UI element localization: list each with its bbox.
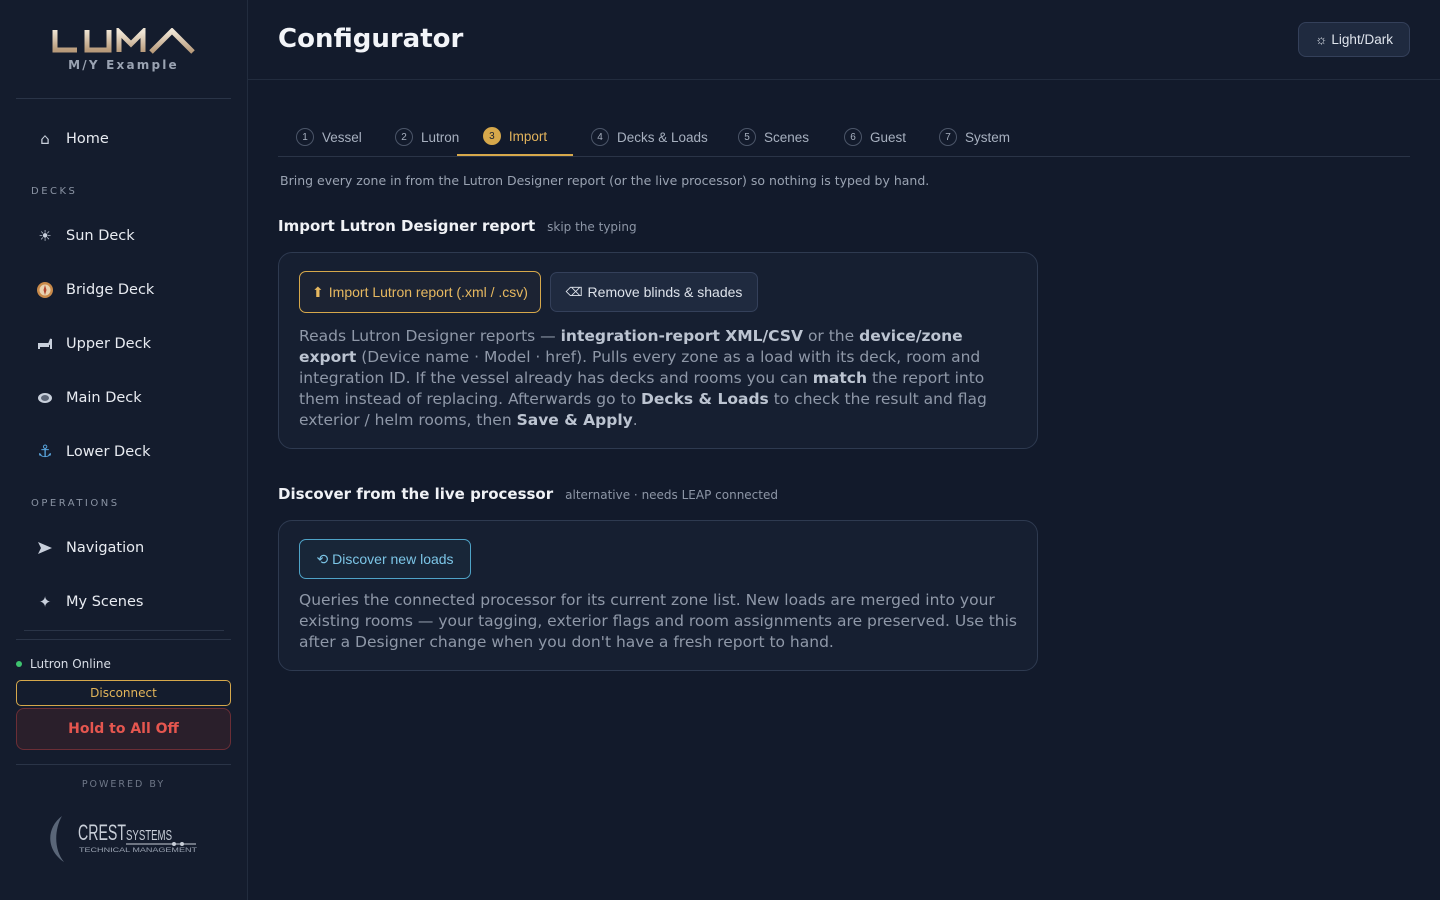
anchor-icon: ⚓ <box>37 442 53 462</box>
sidebar-item-label: Lower Deck <box>66 444 151 460</box>
sun-outline-icon: ☼ <box>1315 32 1328 47</box>
discover-description: Queries the connected processor for its … <box>299 591 1018 651</box>
sidebar: M/Y Example ⌂ Home DECKS ☀ Sun Deck Brid… <box>0 0 248 900</box>
sidebar-item-upper-deck[interactable]: Upper Deck <box>16 324 231 364</box>
tab-lutron[interactable]: 2 Lutron <box>395 118 459 156</box>
connection-status: Lutron Online <box>16 657 111 671</box>
chair-icon <box>32 337 58 351</box>
theme-toggle-label: Light/Dark <box>1331 32 1393 47</box>
sidebar-item-sun-deck[interactable]: ☀ Sun Deck <box>16 216 231 256</box>
desc-bold: Save & Apply <box>516 411 633 429</box>
tab-label: System <box>965 129 1011 145</box>
desc-bold: match <box>812 369 868 387</box>
tab-number: 2 <box>395 128 413 146</box>
tab-system[interactable]: 7 System <box>939 118 1010 156</box>
sidebar-item-label: My Scenes <box>66 594 144 610</box>
tab-number: 3 <box>482 127 501 145</box>
dome-light-icon <box>32 392 58 404</box>
theme-toggle-button[interactable]: ☼ Light/Dark <box>1298 22 1410 57</box>
tab-label: Scenes <box>764 129 810 145</box>
divider <box>16 98 231 99</box>
section-label-operations: OPERATIONS <box>31 498 120 509</box>
sidebar-item-my-scenes[interactable]: ✦ My Scenes <box>16 582 231 622</box>
sparkle-icon: ✦ <box>38 593 52 611</box>
step-tabs: 1 Vessel 2 Lutron 3 Import 4 Decks & Loa… <box>278 118 1410 157</box>
button-label: Discover new loads <box>332 551 454 567</box>
divider <box>16 639 231 640</box>
sidebar-item-main-deck[interactable]: Main Deck <box>16 378 231 418</box>
desc-text: or the <box>803 327 860 345</box>
divider <box>24 630 224 631</box>
clear-icon: ⌫ <box>565 285 583 299</box>
desc-bold: Decks & Loads <box>641 390 769 408</box>
brand: M/Y Example <box>16 28 231 72</box>
section-label-decks: DECKS <box>31 186 78 197</box>
tab-import[interactable]: 3 Import <box>457 118 573 156</box>
discover-section-title: Discover from the live processor alterna… <box>278 485 778 503</box>
status-text: Lutron Online <box>30 657 111 671</box>
discover-loads-button[interactable]: ⟲ Discover new loads <box>299 539 471 579</box>
page-title: Configurator <box>278 24 464 54</box>
powered-by-label: POWERED BY <box>81 779 166 790</box>
sidebar-item-label: Bridge Deck <box>66 282 155 298</box>
import-description: Reads Lutron Designer reports — integrat… <box>299 326 1019 431</box>
desc-bold: integration-report XML/CSV <box>560 327 804 345</box>
online-dot-icon <box>16 661 22 667</box>
sidebar-item-home[interactable]: ⌂ Home <box>16 119 231 159</box>
tab-number: 4 <box>591 128 609 146</box>
sun-icon: ☀ <box>38 227 52 245</box>
tab-label: Import <box>508 128 548 144</box>
desc-text: Reads Lutron Designer reports — <box>299 327 561 345</box>
sidebar-item-label: Sun Deck <box>66 228 135 244</box>
divider <box>16 764 231 765</box>
svg-text:SYSTEMS: SYSTEMS <box>126 827 172 844</box>
sidebar-item-label: Home <box>66 131 109 147</box>
topbar: Configurator ☼ Light/Dark <box>248 0 1440 80</box>
vessel-name: M/Y Example <box>68 58 179 72</box>
upload-arrow-icon: ⬆ <box>312 283 324 300</box>
tab-scenes[interactable]: 5 Scenes <box>738 118 809 156</box>
tab-decks-loads[interactable]: 4 Decks & Loads <box>591 118 708 156</box>
tab-number: 1 <box>296 128 314 146</box>
svg-text:CREST: CREST <box>78 820 126 845</box>
section-hint: alternative · needs LEAP connected <box>565 488 778 502</box>
home-icon: ⌂ <box>40 130 50 148</box>
sidebar-item-navigation[interactable]: Navigation <box>16 528 231 568</box>
tab-number: 6 <box>844 128 862 146</box>
tab-number: 5 <box>738 128 756 146</box>
all-off-button[interactable]: Hold to All Off <box>16 708 231 750</box>
tab-label: Guest <box>870 129 907 145</box>
luma-logo <box>16 28 231 54</box>
tab-vessel[interactable]: 1 Vessel <box>296 118 362 156</box>
tab-guest[interactable]: 6 Guest <box>844 118 906 156</box>
tab-number: 7 <box>939 128 957 146</box>
sidebar-item-label: Main Deck <box>66 390 142 406</box>
tab-label: Decks & Loads <box>617 129 708 145</box>
import-section-title: Import Lutron Designer report skip the t… <box>278 217 637 235</box>
tab-label: Lutron <box>421 129 460 145</box>
remove-blinds-button[interactable]: ⌫ Remove blinds & shades <box>550 272 758 312</box>
section-title-text: Import Lutron Designer report <box>278 217 536 235</box>
intro-text: Bring every zone in from the Lutron Desi… <box>280 173 930 188</box>
discover-card: ⟲ Discover new loads Queries the connect… <box>278 520 1038 671</box>
section-title-text: Discover from the live processor <box>278 485 554 503</box>
sidebar-item-bridge-deck[interactable]: Bridge Deck <box>16 270 231 310</box>
sidebar-item-lower-deck[interactable]: ⚓ Lower Deck <box>16 432 231 472</box>
svg-text:TECHNICAL MANAGEMENT: TECHNICAL MANAGEMENT <box>79 848 198 854</box>
crest-systems-logo: CREST SYSTEMS TECHNICAL MANAGEMENT <box>48 810 200 868</box>
button-label: Import Lutron report (.xml / .csv) <box>328 284 528 300</box>
refresh-icon: ⟲ <box>316 550 329 567</box>
button-label: Remove blinds & shades <box>587 284 743 300</box>
import-report-button[interactable]: ⬆ Import Lutron report (.xml / .csv) <box>299 271 541 313</box>
tab-label: Vessel <box>322 129 362 145</box>
desc-text: . <box>632 411 638 429</box>
section-hint: skip the typing <box>547 220 637 234</box>
disconnect-button[interactable]: Disconnect <box>16 680 231 706</box>
compass-icon <box>32 281 58 299</box>
sidebar-item-label: Navigation <box>66 540 145 556</box>
sidebar-item-label: Upper Deck <box>66 336 151 352</box>
arrow-icon <box>32 541 58 555</box>
import-card: ⬆ Import Lutron report (.xml / .csv) ⌫ R… <box>278 252 1038 449</box>
